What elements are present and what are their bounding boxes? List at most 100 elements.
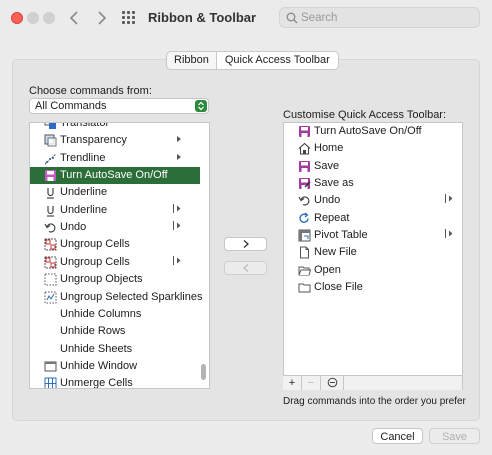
- minimize-window-button[interactable]: [27, 12, 39, 24]
- list-item[interactable]: Save: [284, 158, 462, 175]
- list-item-label: Save as: [314, 177, 354, 190]
- list-item[interactable]: Trendline: [30, 150, 200, 167]
- list-item-label: Unmerge Cells: [60, 377, 133, 389]
- options-circle-icon: [327, 377, 337, 388]
- list-item-label: Pivot Table: [314, 229, 368, 242]
- list-item-label: Unhide Sheets: [60, 342, 133, 355]
- list-item[interactable]: New File: [284, 244, 462, 261]
- list-item[interactable]: Repeat: [284, 210, 462, 227]
- remove-item-button[interactable]: −: [302, 376, 321, 390]
- zoom-window-button[interactable]: [43, 12, 55, 24]
- list-item[interactable]: Pivot Table: [284, 227, 462, 244]
- list-item-label: Translator: [60, 122, 110, 129]
- list-item[interactable]: Save as: [284, 175, 462, 192]
- list-item[interactable]: Unhide Window: [30, 358, 200, 375]
- transparency-icon: [44, 134, 57, 147]
- repeat-icon: [298, 212, 311, 225]
- scroll-thumb[interactable]: [201, 364, 206, 380]
- list-item-label: Unhide Rows: [60, 325, 126, 338]
- translator-icon: [44, 123, 57, 130]
- list-item-label: Unhide Columns: [60, 307, 142, 320]
- list-item-label: Ungroup Selected Sparklines: [60, 290, 203, 303]
- submenu-arrow-icon: [176, 150, 182, 167]
- toolbar-list-controls: + −: [283, 375, 462, 390]
- save-icon: [298, 125, 311, 138]
- trendline-icon: [44, 152, 57, 165]
- tab-quick-access-toolbar[interactable]: Quick Access Toolbar: [215, 52, 338, 69]
- customise-toolbar-label: Customise Quick Access Toolbar:: [283, 109, 447, 121]
- list-item[interactable]: Unhide Rows: [30, 323, 200, 340]
- underline-icon: [44, 204, 57, 217]
- list-item-label: Turn AutoSave On/Off: [314, 125, 422, 137]
- underline-icon: [44, 186, 57, 199]
- list-item-label: Ungroup Cells: [60, 255, 130, 268]
- list-item[interactable]: Translator: [30, 122, 200, 132]
- ungroup-cells-icon: [44, 256, 57, 269]
- list-item[interactable]: Ungroup Selected Sparklines: [30, 289, 203, 306]
- save-button[interactable]: Save: [429, 428, 480, 444]
- list-item[interactable]: Unhide Sheets: [30, 341, 200, 358]
- list-item-label: Underline: [60, 186, 108, 199]
- list-item-label: Undo: [314, 194, 341, 207]
- toolbar-items-list[interactable]: Turn AutoSave On/Off Home Save Save as Undo R…: [283, 122, 463, 390]
- unmerge-cells-icon: [44, 377, 57, 388]
- ungroup-sparklines-icon: [44, 291, 57, 304]
- list-item[interactable]: Turn AutoSave On/Off: [284, 123, 462, 140]
- search-field[interactable]: [279, 7, 480, 28]
- tab-ribbon[interactable]: Ribbon: [167, 52, 216, 69]
- list-item[interactable]: Close File: [284, 279, 462, 296]
- save-as-icon: [298, 177, 311, 190]
- close-window-button[interactable]: [11, 12, 23, 24]
- ungroup-cells-icon: [44, 238, 57, 251]
- cancel-button[interactable]: Cancel: [372, 428, 423, 444]
- list-item[interactable]: Ungroup Objects: [30, 271, 200, 288]
- save-icon: [44, 169, 57, 182]
- list-item[interactable]: Undo: [284, 192, 462, 209]
- add-item-button[interactable]: +: [283, 376, 302, 390]
- list-item[interactable]: Unmerge Cells: [30, 375, 200, 389]
- forward-button[interactable]: [92, 9, 110, 27]
- search-input[interactable]: [301, 10, 471, 25]
- back-button[interactable]: [66, 9, 84, 27]
- command-category-select[interactable]: All Commands: [29, 98, 209, 114]
- list-item-label: Ungroup Cells: [60, 238, 130, 251]
- list-item[interactable]: Open: [284, 262, 462, 279]
- list-item[interactable]: Transparency: [30, 132, 200, 149]
- add-to-toolbar-button[interactable]: [224, 237, 267, 251]
- popup-stepper-icon: [195, 100, 207, 112]
- list-item[interactable]: Ungroup Cells: [30, 254, 200, 271]
- undo-icon: [298, 194, 311, 207]
- ungroup-objects-icon: [44, 273, 57, 286]
- commands-scrollbar[interactable]: [199, 124, 208, 388]
- item-options-button[interactable]: [321, 376, 344, 390]
- chevron-left-icon: [69, 11, 78, 25]
- list-item[interactable]: Underline: [30, 184, 200, 201]
- open-folder-icon: [298, 264, 312, 277]
- tab-control: Ribbon Quick Access Toolbar: [166, 51, 339, 70]
- undo-icon: [44, 221, 57, 234]
- list-item[interactable]: Undo: [30, 219, 200, 236]
- list-item-label: Close File: [314, 281, 363, 294]
- submenu-arrow-icon: [176, 132, 182, 149]
- list-item-label: Ungroup Objects: [60, 273, 143, 286]
- list-item[interactable]: Underline: [30, 202, 200, 219]
- close-file-icon: [298, 281, 311, 294]
- list-item[interactable]: Ungroup Cells: [30, 236, 200, 253]
- show-all-grid-icon[interactable]: [122, 11, 136, 25]
- split-submenu-icon: [172, 219, 182, 236]
- list-item[interactable]: Unhide Columns: [30, 306, 200, 323]
- list-item-label: Transparency: [60, 134, 127, 147]
- pivot-table-icon: [298, 229, 311, 242]
- title-bar: Ribbon & Toolbar: [0, 0, 492, 36]
- command-category-value: All Commands: [35, 100, 107, 112]
- remove-from-toolbar-button[interactable]: [224, 261, 267, 275]
- chevron-right-icon: [98, 11, 107, 25]
- list-item-label: Underline: [60, 203, 108, 216]
- list-item-label: Undo: [60, 221, 87, 234]
- new-file-icon: [298, 246, 311, 259]
- choose-commands-label: Choose commands from:: [29, 85, 152, 97]
- list-item-selected[interactable]: Turn AutoSave On/Off: [30, 167, 200, 185]
- list-item-label: Repeat: [314, 211, 350, 224]
- list-item[interactable]: Home: [284, 140, 462, 157]
- commands-list[interactable]: Translator Transparency Trendline Turn Auto…: [29, 122, 210, 389]
